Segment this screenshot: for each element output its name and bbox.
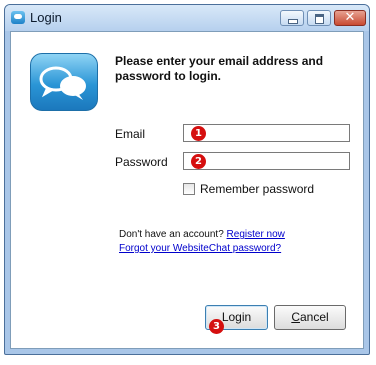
cancel-mnemonic: C bbox=[291, 310, 300, 324]
dialog-body: Please enter your email address and pass… bbox=[10, 31, 364, 349]
maximize-button[interactable] bbox=[307, 10, 331, 26]
remember-password-label[interactable]: Remember password bbox=[200, 182, 314, 196]
cancel-label-rest: ancel bbox=[299, 310, 329, 324]
remember-password-checkbox[interactable] bbox=[183, 183, 195, 195]
register-prompt: Don't have an account? Register now bbox=[119, 229, 285, 240]
step-marker-2: 2 bbox=[191, 154, 206, 169]
step-marker-1: 1 bbox=[191, 126, 206, 141]
minimize-button[interactable] bbox=[280, 10, 304, 26]
email-field[interactable] bbox=[183, 124, 350, 142]
register-link[interactable]: Register now bbox=[227, 229, 285, 240]
password-label: Password bbox=[115, 155, 168, 169]
close-icon: ✕ bbox=[344, 10, 356, 25]
chat-bubbles-icon bbox=[39, 66, 86, 100]
maximize-icon bbox=[315, 14, 324, 24]
no-account-text: Don't have an account? bbox=[119, 229, 224, 240]
step-marker-3: 3 bbox=[209, 319, 224, 334]
minimize-icon bbox=[288, 19, 298, 24]
cancel-button[interactable]: Cancel bbox=[274, 305, 346, 330]
email-label: Email bbox=[115, 127, 146, 141]
window-title: Login bbox=[30, 10, 62, 25]
instructions-text: Please enter your email address and pass… bbox=[115, 54, 324, 83]
title-bar[interactable]: Login ✕ bbox=[5, 5, 369, 31]
forgot-password-link[interactable]: Forgot your WebsiteChat password? bbox=[119, 243, 281, 254]
close-button[interactable]: ✕ bbox=[334, 10, 366, 26]
chat-bubbles-logo-icon bbox=[30, 53, 98, 111]
chat-bubbles-icon bbox=[11, 11, 25, 24]
login-window: Login ✕ Please enter your email address … bbox=[4, 4, 370, 355]
password-field[interactable] bbox=[183, 152, 350, 170]
